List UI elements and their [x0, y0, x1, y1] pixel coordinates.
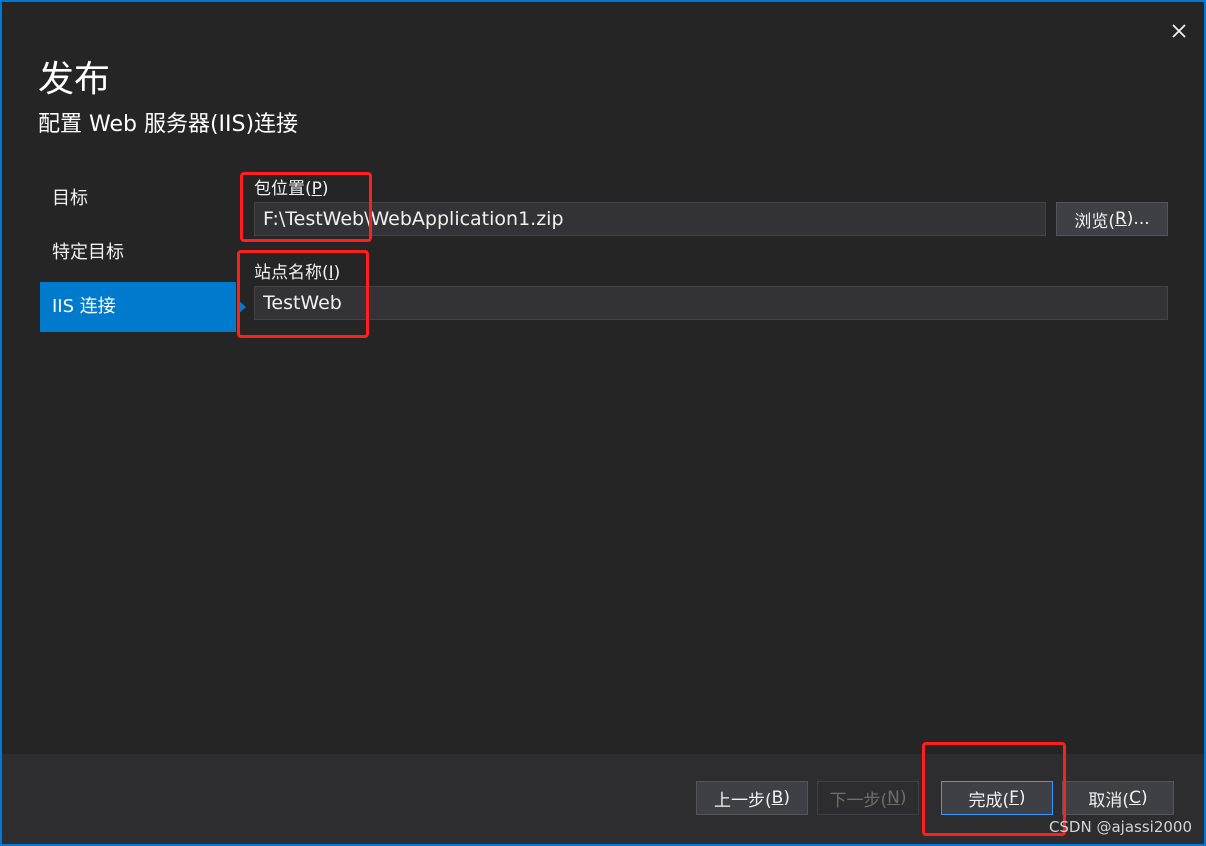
publish-dialog: 发布 配置 Web 服务器(IIS)连接 目标 特定目标 IIS 连接 包位置(…	[0, 0, 1206, 846]
site-name-label: 站点名称(I)	[254, 263, 341, 283]
close-icon	[1172, 24, 1186, 38]
site-name-input[interactable]	[254, 286, 1168, 320]
watermark: CSDN @ajassi2000	[1048, 818, 1192, 836]
nav-item-label: IIS 连接	[52, 296, 116, 317]
wizard-nav: 目标 特定目标 IIS 连接	[40, 174, 246, 336]
active-pointer-icon	[237, 299, 246, 315]
package-location-input[interactable]	[254, 202, 1046, 236]
nav-item-label: 特定目标	[52, 242, 124, 263]
package-location-label: 包位置(P)	[254, 179, 329, 199]
finish-button[interactable]: 完成(F)	[941, 781, 1053, 815]
nav-item-iis-connection[interactable]: IIS 连接	[40, 282, 246, 332]
previous-button[interactable]: 上一步(B)	[696, 781, 808, 815]
close-button[interactable]	[1166, 18, 1192, 44]
cancel-button[interactable]: 取消(C)	[1062, 781, 1174, 815]
browse-button[interactable]: 浏览(R)...	[1056, 202, 1168, 236]
nav-item-specific-target[interactable]: 特定目标	[40, 228, 236, 278]
dialog-title: 发布	[38, 59, 111, 100]
nav-item-target[interactable]: 目标	[40, 174, 236, 224]
next-button[interactable]: 下一步(N)	[817, 781, 919, 815]
dialog-subtitle: 配置 Web 服务器(IIS)连接	[38, 112, 299, 137]
nav-item-label: 目标	[52, 188, 88, 209]
